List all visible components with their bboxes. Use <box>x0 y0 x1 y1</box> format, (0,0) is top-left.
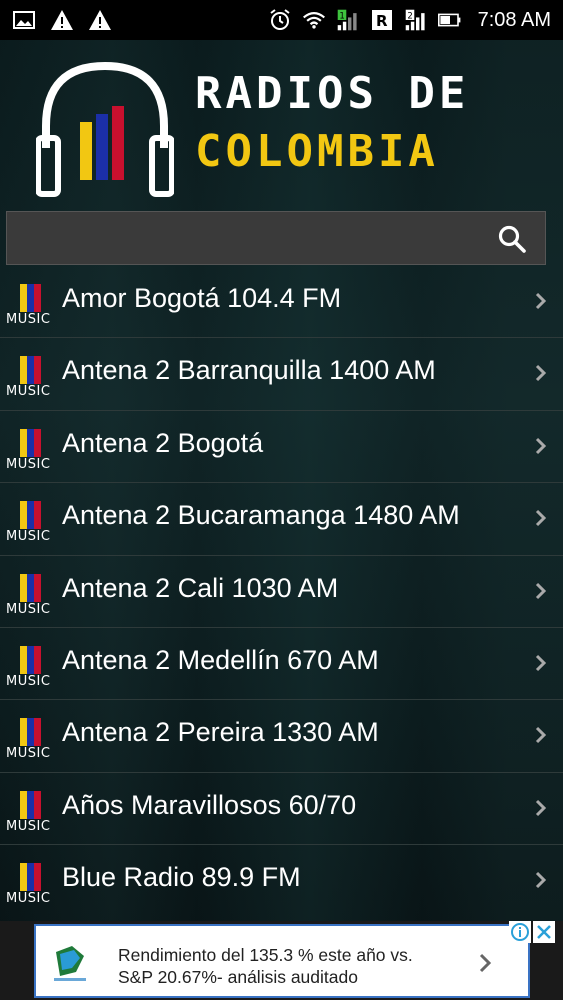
chevron-right-icon <box>535 872 547 889</box>
chevron-right-icon <box>535 654 547 672</box>
alert-icon <box>88 8 112 32</box>
search-icon[interactable] <box>497 224 527 254</box>
wifi-icon <box>302 8 326 32</box>
search-bar <box>6 211 546 265</box>
station-name: Antena 2 Medellín 670 AM <box>62 644 379 675</box>
station-logo-icon: MUSIC <box>6 718 58 762</box>
station-name: Antena 2 Pereira 1330 AM <box>62 717 379 748</box>
ad-info-icon[interactable] <box>509 921 531 943</box>
station-logo-icon: MUSIC <box>6 284 58 328</box>
station-logo-icon: MUSIC <box>6 501 58 545</box>
logo-title-line1: RADIOS DE <box>195 68 470 119</box>
chevron-right-icon <box>535 582 547 599</box>
station-item[interactable]: MUSIC Antena 2 Pereira 1330 AM <box>0 700 563 773</box>
chevron-right-icon <box>535 365 547 382</box>
station-list: MUSIC Amor Bogotá 104.4 FM MUSIC Antena … <box>0 266 563 918</box>
alarm-icon <box>268 8 292 32</box>
signal-2-icon: 2 <box>404 8 428 32</box>
station-name: Blue Radio 89.9 FM <box>62 862 301 893</box>
ad-close-icon[interactable] <box>533 921 555 943</box>
status-time: 7:08 AM <box>477 8 551 31</box>
status-bar: 1 R 2 7:08 AM <box>0 0 563 40</box>
station-name: Antena 2 Cali 1030 AM <box>62 572 339 603</box>
station-name: Años Maravillosos 60/70 <box>62 789 357 820</box>
station-logo-icon: MUSIC <box>6 863 58 907</box>
station-logo-icon: MUSIC <box>6 356 58 400</box>
ad-banner: Rendimiento del 135.3 % este año vs. S&P… <box>0 921 563 1000</box>
station-logo-icon: MUSIC <box>6 428 58 473</box>
svg-text:2: 2 <box>407 11 412 21</box>
battery-icon <box>437 8 462 32</box>
station-name: Antena 2 Bucaramanga 1480 AM <box>62 500 460 531</box>
search-input[interactable] <box>17 220 487 258</box>
image-icon <box>12 8 36 32</box>
chevron-right-icon <box>535 799 547 816</box>
station-item[interactable]: MUSIC Antena 2 Barranquilla 1400 AM <box>0 338 563 411</box>
alert-icon <box>50 8 74 32</box>
station-item[interactable]: MUSIC Antena 2 Bogotá <box>0 411 563 484</box>
chevron-right-icon <box>535 510 547 527</box>
station-item[interactable]: MUSIC Amor Bogotá 104.4 FM <box>0 266 563 339</box>
ad-line1: Rendimiento del 135.3 % este año vs. <box>118 945 413 965</box>
station-item[interactable]: MUSIC Antena 2 Medellín 670 AM <box>0 628 563 701</box>
station-item[interactable]: MUSIC Antena 2 Cali 1030 AM <box>0 556 563 628</box>
logo-title-line2: COLOMBIA <box>195 126 439 177</box>
chevron-right-icon <box>535 437 547 454</box>
station-item[interactable]: MUSIC Antena 2 Bucaramanga 1480 AM <box>0 483 563 556</box>
station-name: Antena 2 Barranquilla 1400 AM <box>62 355 436 386</box>
chevron-right-icon <box>535 727 547 744</box>
station-item[interactable]: MUSIC Años Maravillosos 60/70 <box>0 773 563 846</box>
chevron-right-icon <box>535 292 547 310</box>
station-name: Antena 2 Bogotá <box>62 427 264 458</box>
signal-1-icon: 1 <box>336 8 360 32</box>
station-item[interactable]: MUSIC Blue Radio 89.9 FM <box>0 845 563 917</box>
advertiser-logo-icon <box>54 946 86 981</box>
roaming-r-icon: R <box>370 8 394 32</box>
station-logo-icon: MUSIC <box>6 645 58 690</box>
ad-content[interactable]: Rendimiento del 135.3 % este año vs. S&P… <box>34 924 530 998</box>
ad-text: Rendimiento del 135.3 % este año vs. S&P… <box>118 944 498 988</box>
headphones-logo-icon <box>36 61 174 197</box>
chevron-right-icon[interactable] <box>478 952 492 974</box>
svg-text:1: 1 <box>339 11 344 21</box>
station-name: Amor Bogotá 104.4 FM <box>62 283 342 313</box>
ad-line2: S&P 20.67%- análisis auditado <box>118 967 358 987</box>
app-header: RADIOS DE COLOMBIA <box>0 40 563 208</box>
station-logo-icon: MUSIC <box>6 790 58 835</box>
svg-text:R: R <box>376 12 388 30</box>
station-logo-icon: MUSIC <box>6 573 58 618</box>
